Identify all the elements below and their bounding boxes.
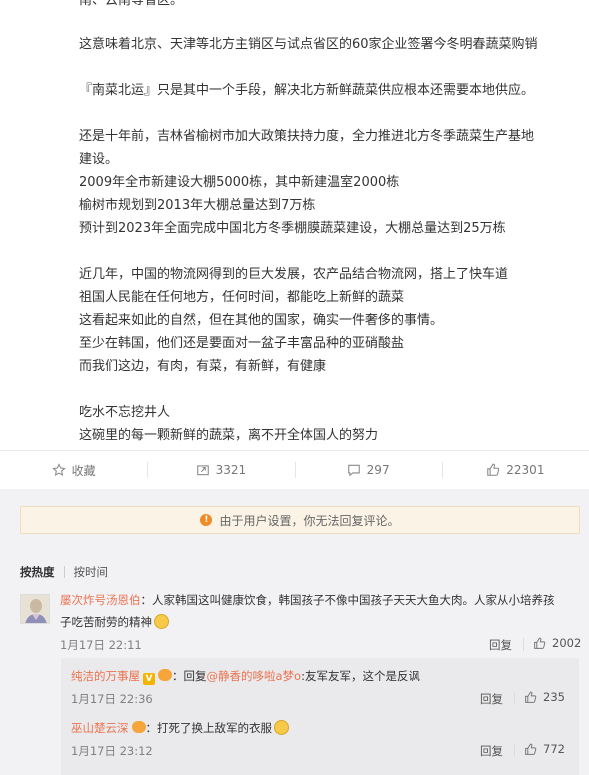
thumbs-up-icon: [487, 463, 500, 476]
sub-comment-like-count: 235: [543, 690, 565, 704]
comment-sort-bar: 按热度 按时间: [20, 564, 108, 580]
comment-text: 子吃苦耐劳的精神: [60, 615, 152, 629]
emoji-icon: [154, 614, 169, 629]
article-line: 这碗里的每一颗新鲜的蔬菜，离不开全体国人的努力: [79, 428, 379, 443]
level-badge-icon: [158, 669, 172, 681]
article-line: 『南菜北运』只是其中一个手段，解决北方新鲜蔬菜供应根本还需要本地供应。: [79, 83, 535, 98]
favorite-label: 收藏: [71, 463, 96, 478]
comment-count: 297: [366, 463, 390, 477]
comment-like-count: 2002: [552, 636, 582, 650]
sub-comment-time: 1月17日 22:36: [71, 692, 153, 706]
emoji-icon: [274, 720, 289, 735]
article-line: 这看起来如此的自然，但在其他的国家，确实一件奢侈的事情。: [79, 313, 444, 328]
article-line: 这意味着北京、天津等北方主销区与试点省区的60家企业签署今冬明春蔬菜购销: [79, 37, 538, 52]
vip-badge-icon: V: [143, 673, 155, 685]
sub-comment-text: ：打死了换上敌军的衣服: [145, 721, 273, 735]
reply-button[interactable]: 回复: [489, 637, 512, 653]
article-body: 这意味着北京、天津等北方主销区与试点省区的60家企业签署今冬明春蔬菜购销 『南菜…: [79, 33, 579, 447]
article-line: 2009年全市新建设大棚5000栋，其中新建温室2000栋: [79, 175, 400, 190]
sub-comment-username[interactable]: 纯洁的万事屋: [71, 669, 140, 683]
thumbs-up-icon: [525, 743, 537, 755]
avatar[interactable]: [20, 594, 50, 624]
favorite-button[interactable]: 收藏: [0, 451, 147, 489]
repost-icon: [196, 465, 209, 476]
article-line: 吃水不忘挖井人: [79, 405, 171, 420]
article-line: 祖国人民能在任何地方，任何时间，都能吃上新鲜的蔬菜: [79, 290, 405, 305]
article-line: 还是十年前，吉林省榆树市加大政策扶持力度，全力推进北方冬季蔬菜生产基地: [79, 129, 535, 144]
article-clipped-line: 南、云南等省区。: [79, 0, 184, 8]
article-line: 榆树市规划到2013年大棚总量达到7万栋: [79, 198, 316, 213]
sub-comment-body: 纯洁的万事屋 V ：回复@静香的哆啦a梦o:友军友军，这个是反讽: [71, 665, 420, 687]
reply-prefix: ：回复: [172, 669, 207, 683]
sub-comment-body: 巫山楚云深 ：打死了换上敌军的衣服: [71, 717, 289, 739]
notice-text: 由于用户设置，你无法回复评论。: [219, 513, 400, 528]
sort-by-hot[interactable]: 按热度: [20, 564, 55, 580]
comment-text: ：人家韩国这叫健康饮食，韩国孩子不像中国孩子天天大鱼大肉。人家从小培养孩: [140, 593, 555, 607]
comment-username[interactable]: 屡次炸号汤恩伯: [60, 593, 141, 607]
sub-comment-text: :友军友军，这个是反讽: [301, 669, 420, 683]
article-line: 预计到2023年全面完成中国北方冬季棚膜蔬菜建设，大棚总量达到25万栋: [79, 221, 506, 236]
comment-time: 1月17日 22:11: [60, 638, 142, 652]
comment-body: 屡次炸号汤恩伯：人家韩国这叫健康饮食，韩国孩子不像中国孩子天天大鱼大肉。人家从小…: [60, 589, 580, 633]
sub-comment-username[interactable]: 巫山楚云深: [71, 721, 129, 735]
repost-button[interactable]: 3321: [147, 451, 294, 489]
reply-disabled-notice: ! 由于用户设置，你无法回复评论。: [20, 506, 580, 534]
comment-like-button[interactable]: 2002: [533, 636, 581, 650]
repost-count: 3321: [215, 463, 247, 477]
star-icon: [51, 463, 66, 476]
sub-comment-like-count: 772: [543, 742, 565, 756]
article-line: 而我们这边，有肉，有菜，有新鲜，有健康: [79, 359, 327, 374]
reply-button[interactable]: 回复: [480, 691, 503, 707]
thumbs-up-icon: [525, 691, 537, 703]
article-line: 至少在韩国，他们还是要面对一盆子丰富品种的亚硝酸盐: [79, 336, 405, 351]
thumbs-up-icon: [534, 637, 546, 649]
comment-icon: [347, 464, 360, 477]
sub-comment-like-button[interactable]: 235: [524, 690, 565, 704]
post-action-bar: 收藏 3321 297 22301: [0, 450, 589, 490]
sub-comment-like-button[interactable]: 772: [524, 742, 565, 756]
article-line: 建设。: [79, 152, 119, 167]
reply-button[interactable]: 回复: [480, 743, 503, 759]
weibo-post-card: 南、云南等省区。 这意味着北京、天津等北方主销区与试点省区的60家企业签署今冬明…: [0, 0, 589, 775]
warning-icon: !: [200, 514, 213, 526]
sub-comment-time: 1月17日 23:12: [71, 744, 153, 758]
like-count: 22301: [506, 463, 545, 477]
mention-link[interactable]: @静香的哆啦a梦o: [207, 669, 302, 683]
like-button[interactable]: 22301: [441, 451, 589, 489]
comment-button[interactable]: 297: [294, 451, 442, 489]
sort-by-time[interactable]: 按时间: [74, 564, 109, 580]
article-line: 近几年，中国的物流网得到的巨大发展，农产品结合物流网，搭上了快车道: [79, 267, 509, 282]
level-badge-icon: [131, 721, 146, 733]
avatar-image: [21, 595, 49, 623]
